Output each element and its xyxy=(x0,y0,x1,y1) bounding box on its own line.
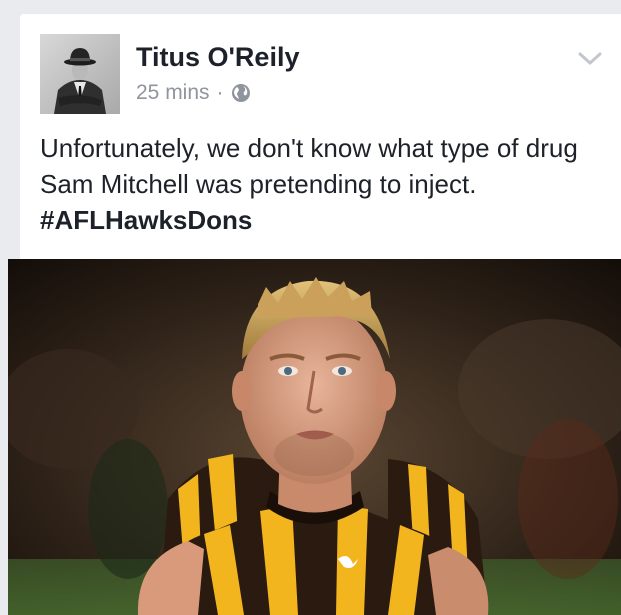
meta-separator: · xyxy=(216,81,224,104)
post-body: Unfortunately, we don't know what type o… xyxy=(40,130,610,238)
author-name[interactable]: Titus O'Reily xyxy=(136,42,299,73)
post-meta: 25 mins · xyxy=(136,81,251,105)
chevron-down-icon[interactable] xyxy=(577,50,603,68)
player-photo xyxy=(8,259,621,615)
avatar-photo xyxy=(40,34,120,114)
post-text: Unfortunately, we don't know what type o… xyxy=(40,133,578,199)
post-timestamp[interactable]: 25 mins xyxy=(136,81,210,105)
globe-icon xyxy=(231,84,250,102)
post-header: Titus O'Reily 25 mins · xyxy=(40,34,621,114)
post-photo[interactable] xyxy=(8,259,621,615)
author-avatar[interactable] xyxy=(40,34,120,114)
hashtag-link[interactable]: #AFLHawksDons xyxy=(40,202,610,238)
